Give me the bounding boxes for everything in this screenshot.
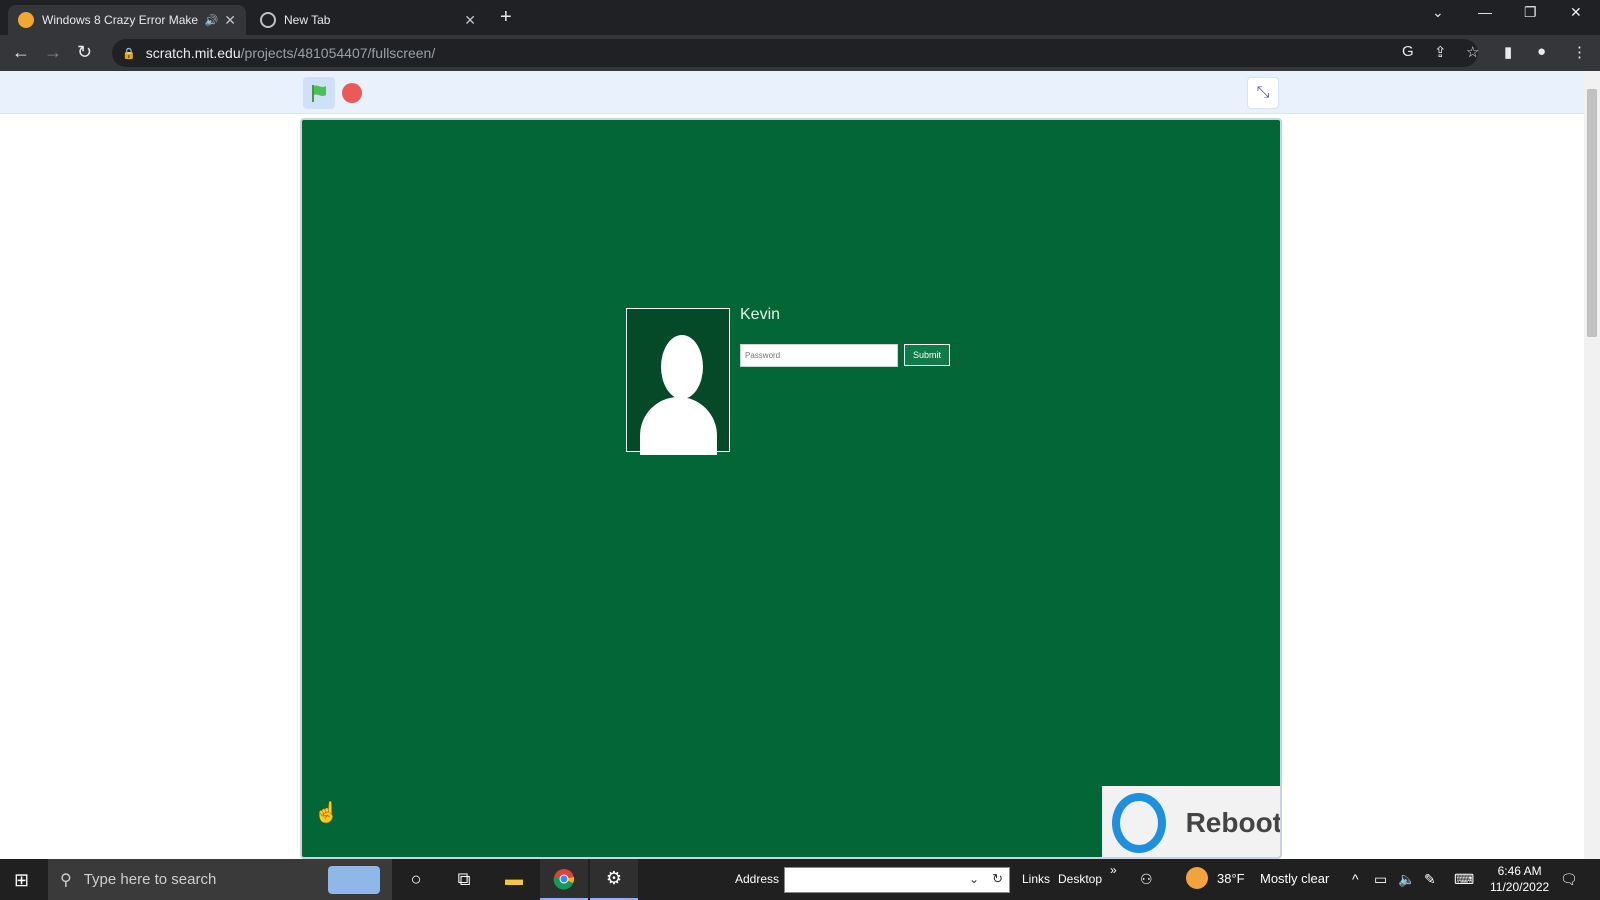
hand-pointer-icon[interactable]: ☝ (314, 800, 339, 825)
windows-start-icon[interactable]: ⊞ (14, 870, 29, 891)
address-bar[interactable]: 🔒 scratch.mit.edu/projects/481054407/ful… (112, 39, 1478, 67)
tray-chevron-up-icon[interactable]: ^ (1352, 871, 1359, 887)
username-label: Kevin (740, 306, 781, 323)
minimize-icon[interactable]: — (1478, 4, 1492, 20)
submit-button[interactable]: Submit (904, 344, 950, 366)
close-tab-icon[interactable]: ✕ (464, 12, 476, 29)
notification-icon[interactable]: 🗨 (1560, 871, 1578, 888)
project-stage[interactable]: Kevin Submit ☝ Reboot (300, 118, 1282, 859)
weather-condition[interactable]: Mostly clear (1260, 871, 1329, 886)
exit-fullscreen-button[interactable]: ⤡ (1247, 77, 1279, 109)
pen-icon[interactable]: ✎ (1424, 871, 1436, 888)
weather-temperature[interactable]: 38°F (1217, 871, 1245, 886)
password-input[interactable] (740, 344, 898, 367)
desktop-toolbar[interactable]: Desktop (1058, 872, 1102, 886)
page-scrollbar[interactable] (1584, 71, 1600, 859)
avatar-head (661, 335, 703, 399)
volume-icon[interactable]: 🔈 (1398, 871, 1415, 888)
tab-strip: Windows 8 Crazy Error Make 🔊 ✕ New Tab ✕… (0, 0, 1600, 35)
clock-date: 11/20/2022 (1490, 880, 1550, 894)
green-flag-button[interactable] (303, 77, 335, 109)
google-lens-icon[interactable]: G (1402, 43, 1414, 60)
avatar-body (640, 397, 717, 455)
tab-title: Windows 8 Crazy Error Make (42, 13, 199, 27)
new-tab-button[interactable]: + (500, 6, 512, 29)
close-window-icon[interactable]: ✕ (1570, 4, 1582, 21)
chrome-logo-icon (553, 868, 575, 890)
url-path: /projects/481054407/fullscreen/ (240, 45, 436, 61)
chrome-favicon-icon (260, 12, 276, 28)
tab-scratch-project[interactable]: Windows 8 Crazy Error Make 🔊 ✕ (8, 5, 246, 35)
taskbar-clock[interactable]: 6:46 AM 11/20/2022 (1490, 863, 1549, 895)
restore-icon[interactable]: ❐ (1524, 4, 1537, 21)
tab-search-chevron-icon[interactable]: ⌄ (1432, 4, 1444, 21)
chrome-taskbar-icon[interactable] (540, 859, 588, 900)
user-avatar (626, 308, 730, 455)
close-tab-icon[interactable]: ✕ (224, 12, 236, 29)
browser-toolbar: ← → ↻ 🔒 scratch.mit.edu/projects/4810544… (0, 35, 1600, 71)
menu-kebab-icon[interactable]: ⋮ (1572, 43, 1587, 61)
bookmark-star-icon[interactable]: ☆ (1466, 43, 1479, 61)
forward-arrow-icon[interactable]: → (44, 42, 62, 63)
share-icon[interactable]: ⇪ (1434, 43, 1447, 61)
weather-moon-icon[interactable] (1186, 867, 1208, 889)
scratch-favicon-icon (18, 12, 34, 28)
url-host: scratch.mit.edu (145, 45, 241, 61)
address-toolbar-label: Address (735, 872, 780, 886)
taskbar-search[interactable]: ⚲ Type here to search (48, 859, 392, 900)
green-flag-icon (312, 85, 326, 102)
people-icon[interactable]: ⚇ (1140, 871, 1153, 888)
clock-time: 6:46 AM (1497, 864, 1542, 878)
reboot-button[interactable]: Reboot (1102, 786, 1282, 857)
address-toolbar-input[interactable]: ⌄ ↻ (784, 867, 1010, 893)
go-refresh-icon[interactable]: ↻ (992, 871, 1003, 887)
power-refresh-icon (1112, 792, 1166, 853)
cortana-icon[interactable]: ○ (392, 859, 440, 900)
search-placeholder: Type here to search (83, 871, 217, 888)
network-icon[interactable]: ▭ (1374, 871, 1387, 888)
scrollbar-thumb[interactable] (1587, 89, 1597, 337)
back-arrow-icon[interactable]: ← (12, 42, 30, 63)
page-content: ⤡ Kevin Submit ☝ Reboot (0, 71, 1600, 859)
settings-gear-icon[interactable]: ⚙ (590, 859, 638, 900)
keyboard-icon[interactable]: ⌨ (1454, 871, 1474, 888)
reload-icon[interactable]: ↻ (77, 42, 92, 63)
search-highlight-image[interactable] (328, 866, 380, 894)
windows-taskbar: ⊞ ⚲ Type here to search ○ ⧉ ▬ ⚙ Address … (0, 859, 1600, 900)
task-view-icon[interactable]: ⧉ (440, 859, 488, 900)
lock-icon[interactable]: 🔒 (122, 47, 136, 60)
reboot-label: Reboot (1185, 806, 1282, 838)
side-panel-icon[interactable]: ▮ (1504, 43, 1512, 61)
search-icon: ⚲ (60, 871, 72, 889)
scratch-controls: ⤡ (0, 71, 1584, 114)
speaker-icon[interactable]: 🔊 (205, 14, 219, 27)
toolbar-overflow-icon[interactable]: » (1110, 863, 1117, 877)
tab-title: New Tab (284, 13, 331, 27)
chevron-down-icon[interactable]: ⌄ (969, 872, 979, 886)
stop-button[interactable] (342, 83, 362, 103)
profile-icon[interactable]: ● (1537, 43, 1546, 60)
tab-new-tab[interactable]: New Tab ✕ (250, 5, 486, 35)
file-explorer-icon[interactable]: ▬ (490, 859, 538, 900)
links-toolbar[interactable]: Links (1022, 872, 1050, 886)
